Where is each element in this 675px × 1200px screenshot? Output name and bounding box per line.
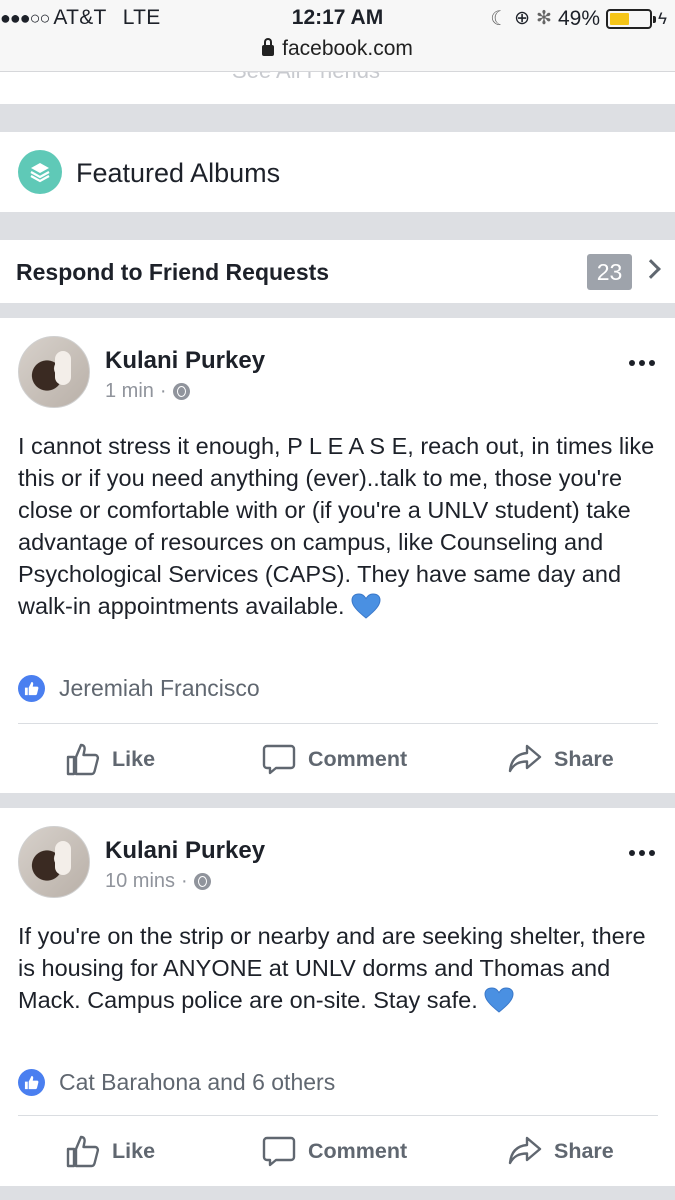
comment-icon <box>262 1136 296 1167</box>
share-button[interactable]: Share <box>508 1116 614 1186</box>
reactions-summary[interactable]: Jeremiah Francisco <box>18 675 260 702</box>
comment-button[interactable]: Comment <box>262 1116 407 1186</box>
see-all-friends-section[interactable]: See All Friends <box>0 72 675 104</box>
battery-icon <box>606 8 656 29</box>
meta-separator: · <box>159 380 167 402</box>
see-all-friends-link[interactable]: See All Friends <box>232 72 380 84</box>
address-bar[interactable]: facebook.com <box>0 37 675 61</box>
friend-requests-label: Respond to Friend Requests <box>16 259 330 285</box>
post-card: Kulani Purkey 10 mins · If you're on the… <box>0 808 675 1186</box>
reactions-summary[interactable]: Cat Barahona and 6 others <box>18 1069 335 1096</box>
share-label: Share <box>554 1138 614 1163</box>
bluetooth-icon: ✻ <box>536 8 552 29</box>
thumbs-up-icon <box>66 743 100 776</box>
post-body: I cannot stress it enough, P L E A S E, … <box>18 430 658 622</box>
thumbs-up-icon <box>66 1135 100 1168</box>
post-text: If you're on the strip or nearby and are… <box>18 923 646 1013</box>
reactions-text: Cat Barahona and 6 others <box>59 1069 336 1095</box>
status-bar: ●●●○○ AT&T LTE 12:17 AM ☾ ⊕ ✻ 49% ϟ face… <box>0 0 675 72</box>
comment-icon <box>262 744 296 775</box>
reactions-text: Jeremiah Francisco <box>59 675 260 701</box>
globe-icon <box>172 383 190 400</box>
more-options-icon[interactable] <box>629 360 655 366</box>
like-label: Like <box>112 746 156 771</box>
comment-label: Comment <box>308 1138 408 1163</box>
layers-icon <box>18 150 62 194</box>
globe-icon <box>193 873 211 890</box>
post-author[interactable]: Kulani Purkey <box>105 347 265 375</box>
url-text: facebook.com <box>282 37 413 60</box>
charging-icon: ϟ <box>658 8 667 28</box>
post-text: I cannot stress it enough, P L E A S E, … <box>18 433 655 619</box>
post-time[interactable]: 10 mins <box>105 870 175 893</box>
share-icon <box>508 744 542 773</box>
post-time[interactable]: 1 min <box>105 380 154 403</box>
lock-icon <box>262 38 275 56</box>
share-button[interactable]: Share <box>508 724 614 794</box>
share-icon <box>508 1136 542 1165</box>
friend-requests-row[interactable]: Respond to Friend Requests 23 <box>0 240 675 303</box>
like-button[interactable]: Like <box>66 1116 155 1186</box>
avatar[interactable] <box>18 336 90 408</box>
post-actions: Like Comment Share <box>0 1116 675 1186</box>
post-meta: 1 min · <box>105 380 190 403</box>
meta-separator: · <box>181 870 188 892</box>
post-card: Kulani Purkey 1 min · I cannot stress it… <box>0 318 675 793</box>
post-author[interactable]: Kulani Purkey <box>105 837 265 865</box>
share-label: Share <box>554 746 614 771</box>
friend-requests-count-badge: 23 <box>587 254 632 290</box>
chevron-right-icon[interactable] <box>641 259 661 279</box>
blue-heart-icon <box>351 593 381 619</box>
like-button[interactable]: Like <box>66 724 155 794</box>
comment-label: Comment <box>308 746 408 771</box>
like-label: Like <box>112 1138 156 1163</box>
blue-heart-icon <box>484 987 514 1013</box>
status-icons: ☾ ⊕ ✻ 49% ϟ <box>490 6 667 31</box>
battery-percent: 49% <box>557 6 600 30</box>
post-actions: Like Comment Share <box>0 724 675 794</box>
avatar[interactable] <box>18 826 90 898</box>
featured-albums-label: Featured Albums <box>76 158 281 188</box>
like-reaction-icon <box>18 1069 45 1096</box>
moon-icon: ☾ <box>490 8 509 30</box>
more-options-icon[interactable] <box>629 850 655 856</box>
comment-button[interactable]: Comment <box>262 724 407 794</box>
rotation-lock-icon: ⊕ <box>514 8 531 29</box>
featured-albums-row[interactable]: Featured Albums <box>0 132 675 212</box>
like-reaction-icon <box>18 675 45 702</box>
post-meta: 10 mins · <box>105 870 211 893</box>
post-body: If you're on the strip or nearby and are… <box>18 920 658 1016</box>
